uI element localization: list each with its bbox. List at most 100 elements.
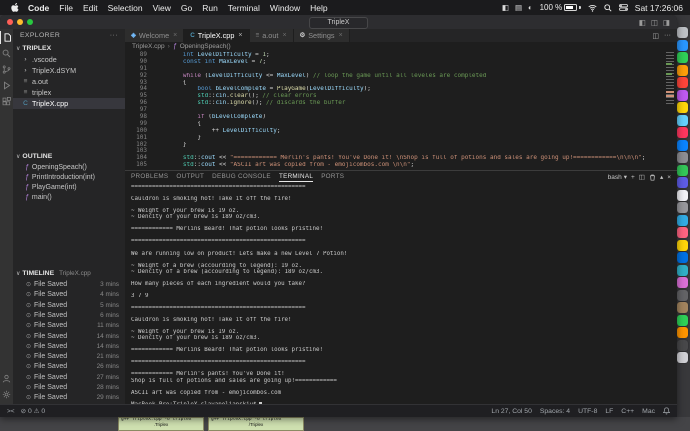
source-control-icon[interactable]	[0, 63, 13, 76]
panel-tab[interactable]: PORTS	[321, 173, 344, 182]
panel-tab[interactable]: TERMINAL	[278, 173, 314, 182]
dock-app-icon[interactable]	[677, 139, 688, 151]
close-icon[interactable]: ×	[173, 32, 177, 39]
menu-item[interactable]: Help	[305, 3, 332, 13]
run-debug-icon[interactable]	[0, 79, 13, 92]
timeline-entry-row[interactable]: ⊙ File Saved 26 mins	[13, 362, 125, 372]
breadcrumb-file[interactable]: TripleX.cpp	[132, 43, 165, 50]
outline-symbol-row[interactable]: ƒ OpeningSpeach()	[13, 162, 125, 172]
explorer-file-row[interactable]: ≡ triplex	[13, 87, 125, 98]
kill-terminal-trash-icon[interactable]	[649, 174, 656, 181]
apple-menu[interactable]	[7, 3, 23, 12]
timeline-entry-row[interactable]: ⊙ File Saved 6 mins	[13, 310, 125, 320]
dock-app-icon[interactable]	[677, 302, 688, 313]
outline-symbol-row[interactable]: ƒ PlayGame(int)	[13, 182, 125, 192]
keyboard-icon[interactable]: ▤	[515, 3, 522, 12]
statusbar-item[interactable]: LF	[605, 408, 613, 415]
dock-app-icon[interactable]	[677, 314, 688, 326]
dock-app-icon[interactable]	[677, 264, 688, 276]
zoom-window-button[interactable]	[27, 19, 33, 25]
minimap[interactable]	[665, 51, 675, 170]
desktop-window-preview[interactable]: g++ TripleX.cpp -o triplex .Triplex	[118, 417, 204, 431]
display-icon[interactable]: ◧	[502, 3, 509, 12]
maximize-panel-icon[interactable]: ▴	[660, 173, 663, 181]
menu-app-name[interactable]: Code	[23, 3, 54, 13]
statusbar-item[interactable]: Spaces: 4	[540, 408, 570, 415]
more-actions-icon[interactable]: ···	[110, 32, 118, 39]
remote-indicator-icon[interactable]: ><	[7, 408, 15, 415]
toggle-sidebar-icon[interactable]: ◧	[639, 18, 646, 27]
timeline-entry-row[interactable]: ⊙ File Saved 21 mins	[13, 352, 125, 362]
timeline-section-header[interactable]: ∨ TIMELINE TripleX.cpp	[13, 267, 125, 279]
dock-app-icon[interactable]	[677, 289, 688, 301]
outline-section-header[interactable]: ∨ OUTLINE	[13, 150, 125, 162]
statusbar-item[interactable]: UTF-8	[578, 408, 597, 415]
timeline-entry-row[interactable]: ⊙ File Saved 4 mins	[13, 290, 125, 300]
account-icon[interactable]	[0, 372, 13, 385]
close-icon[interactable]: ×	[238, 32, 242, 39]
explorer-file-row[interactable]: › .vscode	[13, 54, 125, 65]
dock-app-icon[interactable]	[677, 252, 688, 263]
outline-symbol-row[interactable]: ƒ main()	[13, 192, 125, 202]
dock-app-icon[interactable]	[677, 152, 688, 163]
settings-gear-icon[interactable]	[0, 388, 13, 401]
panel-tab[interactable]: PROBLEMS	[131, 173, 168, 182]
timeline-entry-row[interactable]: ⊙ File Saved 3 mins	[13, 279, 125, 289]
menu-item[interactable]: Run	[197, 3, 223, 13]
statusbar-item[interactable]: C++	[621, 408, 634, 415]
control-center-icon[interactable]	[618, 4, 628, 11]
toggle-secondary-sidebar-icon[interactable]: ◨	[663, 18, 670, 27]
panel-tab[interactable]: DEBUG CONSOLE	[212, 173, 271, 182]
timeline-entry-row[interactable]: ⊙ File Saved 28 mins	[13, 382, 125, 392]
menu-item[interactable]: Go	[176, 3, 197, 13]
more-actions-icon[interactable]: ···	[664, 32, 671, 39]
window-titlebar[interactable]: TripleX ◧ ◫ ◨	[0, 15, 677, 29]
focus-icon[interactable]: ◐	[528, 3, 533, 12]
menubar-clock[interactable]: Sat 17:26:06	[635, 3, 683, 13]
explorer-file-row[interactable]: ≡ a.out	[13, 76, 125, 87]
dock-app-icon[interactable]	[677, 114, 688, 126]
dock-app-icon[interactable]	[677, 177, 688, 188]
statusbar-item[interactable]: Ln 27, Col 50	[491, 408, 531, 415]
explorer-activity-icon[interactable]	[0, 31, 13, 44]
timeline-entry-row[interactable]: ⊙ File Saved 11 mins	[13, 321, 125, 331]
explorer-file-row[interactable]: C TripleX.cpp	[13, 98, 125, 109]
command-center[interactable]: TripleX	[308, 17, 369, 29]
dock-app-icon[interactable]	[677, 239, 688, 251]
close-window-button[interactable]	[7, 19, 13, 25]
code-editor[interactable]: 89 int LevelDifficulty = 1; 90 const int…	[125, 51, 677, 170]
menu-item[interactable]: Selection	[103, 3, 148, 13]
split-terminal-icon[interactable]: ◫	[639, 173, 645, 181]
timeline-entry-row[interactable]: ⊙ File Saved 5 mins	[13, 300, 125, 310]
close-icon[interactable]: ×	[339, 32, 343, 39]
dock-app-icon[interactable]	[677, 277, 688, 288]
dock-app-icon[interactable]	[677, 39, 688, 51]
menu-item[interactable]: Terminal	[223, 3, 265, 13]
dock-app-icon[interactable]	[677, 102, 688, 113]
dock-app-icon[interactable]	[677, 339, 688, 351]
editor-tab[interactable]: C TripleX.cpp ×	[184, 29, 250, 42]
shell-selector[interactable]: bash ▾	[608, 173, 627, 182]
timeline-entry-row[interactable]: ⊙ File Saved 29 mins	[13, 393, 125, 403]
terminal-output[interactable]: ========================================…	[125, 183, 677, 407]
problems-indicator[interactable]: ⊘ 0 ⚠ 0	[21, 407, 46, 415]
battery-indicator[interactable]: 100 %	[540, 3, 581, 12]
search-icon[interactable]	[0, 47, 13, 60]
split-editor-icon[interactable]: ◫	[652, 32, 659, 40]
spotlight-search-icon[interactable]	[604, 3, 612, 12]
new-terminal-icon[interactable]: +	[631, 174, 635, 181]
notifications-bell-icon[interactable]	[663, 407, 670, 415]
dock-app-icon[interactable]	[677, 127, 688, 138]
editor-tab[interactable]: ≡ a.out ×	[249, 29, 294, 42]
wifi-icon[interactable]	[588, 4, 597, 12]
menu-item[interactable]: Edit	[78, 3, 103, 13]
panel-tab[interactable]: OUTPUT	[176, 173, 204, 182]
dock-app-icon[interactable]	[677, 27, 688, 38]
editor-tab[interactable]: ⚙ Settings ×	[293, 29, 350, 42]
dock-app-icon[interactable]	[677, 77, 688, 88]
timeline-entry-row[interactable]: ⊙ File Saved 14 mins	[13, 341, 125, 351]
menu-item[interactable]: File	[54, 3, 78, 13]
editor-tab[interactable]: ◈ Welcome ×	[125, 29, 185, 42]
close-panel-icon[interactable]: ×	[667, 174, 671, 181]
breadcrumb-symbol[interactable]: OpeningSpeach()	[180, 43, 231, 50]
